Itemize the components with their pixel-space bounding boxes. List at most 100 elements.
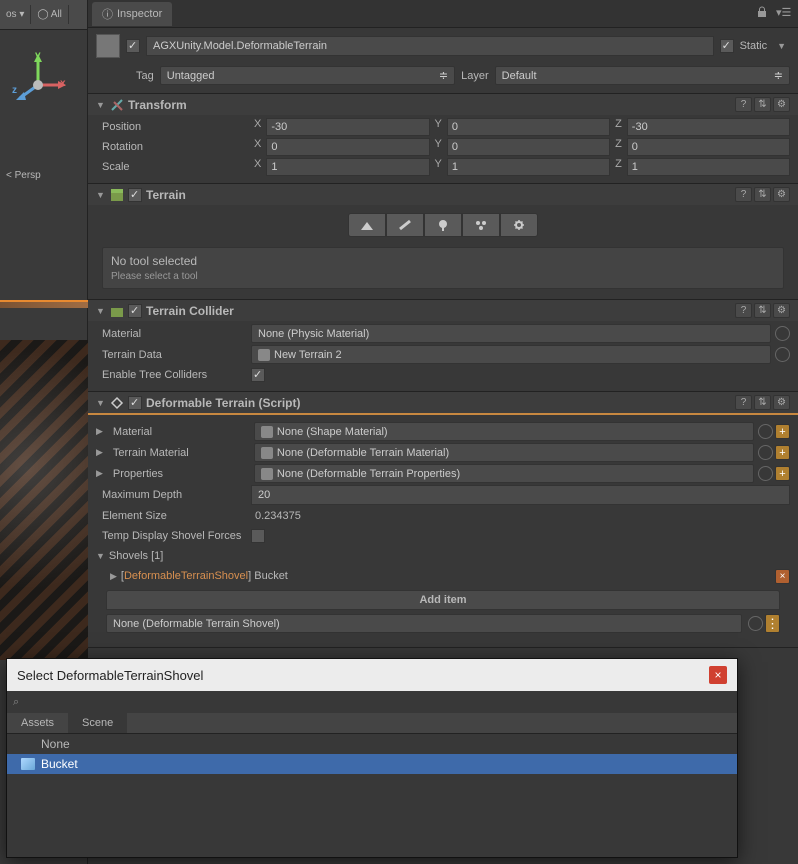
perspective-label[interactable]: < Persp bbox=[6, 170, 41, 181]
terrain-collider-title: Terrain Collider bbox=[146, 304, 735, 318]
inspector-tab[interactable]: ⓘ Inspector bbox=[92, 2, 172, 26]
terrain-strip bbox=[0, 300, 88, 308]
tree-colliders-checkbox[interactable] bbox=[251, 368, 265, 382]
static-dropdown-icon[interactable]: ▼ bbox=[773, 41, 790, 51]
help-button[interactable]: ? bbox=[735, 303, 752, 318]
object-picker-window: Select DeformableTerrainShovel × ⌕ Asset… bbox=[6, 658, 738, 858]
remove-button[interactable]: × bbox=[775, 569, 790, 584]
object-picker-icon[interactable] bbox=[758, 445, 773, 460]
object-picker-icon[interactable] bbox=[775, 347, 790, 362]
gameobject-icon[interactable] bbox=[96, 34, 120, 58]
shape-material-field[interactable]: None (Shape Material) bbox=[254, 422, 754, 441]
properties-field[interactable]: None (Deformable Terrain Properties) bbox=[254, 464, 754, 483]
gear-icon[interactable]: ⚙ bbox=[773, 395, 790, 410]
terrain-data-field[interactable]: New Terrain 2 bbox=[251, 345, 771, 364]
preset-button[interactable]: ⇅ bbox=[754, 303, 771, 318]
material-label: Material bbox=[96, 328, 251, 340]
position-y[interactable] bbox=[447, 118, 610, 136]
tab-scene[interactable]: Scene bbox=[68, 713, 127, 733]
foldout-icon[interactable]: ▶ bbox=[96, 447, 107, 458]
properties-label: Properties bbox=[107, 468, 254, 480]
foldout-icon[interactable]: ▼ bbox=[96, 398, 106, 408]
raise-lower-tool[interactable] bbox=[348, 213, 386, 237]
settings-tool[interactable] bbox=[500, 213, 538, 237]
tool-info: No tool selected Please select a tool bbox=[102, 247, 784, 289]
object-picker-icon[interactable] bbox=[758, 424, 773, 439]
terrain-collider-enabled-checkbox[interactable] bbox=[128, 304, 142, 318]
position-label: Position bbox=[96, 121, 251, 133]
orientation-gizmo[interactable]: y x z bbox=[10, 50, 70, 110]
add-button[interactable]: + bbox=[775, 466, 790, 481]
object-picker-icon[interactable] bbox=[748, 616, 763, 631]
add-button[interactable]: + bbox=[775, 424, 790, 439]
layer-dropdown[interactable]: Default≑ bbox=[495, 66, 790, 85]
foldout-icon[interactable]: ▶ bbox=[96, 426, 107, 437]
tag-dropdown[interactable]: Untagged≑ bbox=[160, 66, 455, 85]
scale-y[interactable] bbox=[447, 158, 610, 176]
gear-icon[interactable]: ⚙ bbox=[773, 187, 790, 202]
transform-title: Transform bbox=[128, 98, 735, 112]
more-button[interactable]: ⋮ bbox=[765, 614, 780, 633]
foldout-icon[interactable]: ▼ bbox=[96, 551, 109, 561]
element-size-label: Element Size bbox=[96, 510, 251, 522]
help-button[interactable]: ? bbox=[735, 187, 752, 202]
foldout-icon[interactable]: ▶ bbox=[110, 571, 121, 582]
prefab-icon bbox=[21, 758, 35, 770]
scale-x[interactable] bbox=[266, 158, 429, 176]
viewport-opt[interactable]: os ▾ bbox=[0, 5, 31, 24]
viewport-opt-all[interactable]: ◯ All bbox=[31, 5, 69, 24]
help-button[interactable]: ? bbox=[735, 395, 752, 410]
tab-assets[interactable]: Assets bbox=[7, 713, 68, 733]
lock-icon[interactable] bbox=[756, 6, 772, 22]
terrain-material-field[interactable]: None (Deformable Terrain Material) bbox=[254, 443, 754, 462]
static-checkbox[interactable] bbox=[720, 39, 734, 53]
foldout-icon[interactable]: ▼ bbox=[96, 190, 106, 200]
script-icon bbox=[110, 396, 124, 410]
tree-tool[interactable] bbox=[424, 213, 462, 237]
picker-search-input[interactable] bbox=[23, 694, 731, 710]
gear-icon[interactable]: ⚙ bbox=[773, 303, 790, 318]
terrain-material-label: Terrain Material bbox=[107, 447, 254, 459]
foldout-icon[interactable]: ▼ bbox=[96, 306, 106, 316]
foldout-icon[interactable]: ▶ bbox=[96, 468, 107, 479]
max-depth-label: Maximum Depth bbox=[96, 489, 251, 501]
gameobject-name-field[interactable] bbox=[146, 36, 714, 56]
tree-colliders-label: Enable Tree Colliders bbox=[96, 369, 251, 381]
info-icon: ⓘ bbox=[102, 6, 113, 22]
rotation-y[interactable] bbox=[447, 138, 610, 156]
preset-button[interactable]: ⇅ bbox=[754, 395, 771, 410]
element-size-value: 0.234375 bbox=[251, 510, 301, 522]
close-button[interactable]: × bbox=[709, 666, 727, 684]
max-depth-field[interactable] bbox=[251, 485, 790, 505]
picker-item-none[interactable]: None bbox=[7, 734, 737, 754]
deformable-enabled-checkbox[interactable] bbox=[128, 396, 142, 410]
position-x[interactable] bbox=[266, 118, 429, 136]
help-button[interactable]: ? bbox=[735, 97, 752, 112]
search-icon: ⌕ bbox=[13, 696, 19, 709]
scale-z[interactable] bbox=[627, 158, 790, 176]
add-button[interactable]: + bbox=[775, 445, 790, 460]
object-picker-icon[interactable] bbox=[775, 326, 790, 341]
temp-forces-checkbox[interactable] bbox=[251, 529, 265, 543]
shovels-label: Shovels [1] bbox=[109, 550, 163, 562]
object-picker-icon[interactable] bbox=[758, 466, 773, 481]
position-z[interactable] bbox=[627, 118, 790, 136]
terrain-title: Terrain bbox=[146, 188, 735, 202]
rotation-z[interactable] bbox=[627, 138, 790, 156]
terrain-collider-icon bbox=[110, 304, 124, 318]
shovel-type-link[interactable]: DeformableTerrainShovel bbox=[124, 570, 248, 582]
physic-material-field[interactable]: None (Physic Material) bbox=[251, 324, 771, 343]
context-menu-icon[interactable]: ▾☰ bbox=[776, 6, 792, 22]
gear-icon[interactable]: ⚙ bbox=[773, 97, 790, 112]
add-shovel-field[interactable]: None (Deformable Terrain Shovel) bbox=[106, 614, 742, 633]
preset-button[interactable]: ⇅ bbox=[754, 187, 771, 202]
terrain-enabled-checkbox[interactable] bbox=[128, 188, 142, 202]
detail-tool[interactable] bbox=[462, 213, 500, 237]
preset-button[interactable]: ⇅ bbox=[754, 97, 771, 112]
static-label: Static bbox=[740, 40, 768, 52]
foldout-icon[interactable]: ▼ bbox=[96, 100, 106, 110]
active-checkbox[interactable] bbox=[126, 39, 140, 53]
rotation-x[interactable] bbox=[266, 138, 429, 156]
picker-item-bucket[interactable]: Bucket bbox=[7, 754, 737, 774]
paint-tool[interactable] bbox=[386, 213, 424, 237]
